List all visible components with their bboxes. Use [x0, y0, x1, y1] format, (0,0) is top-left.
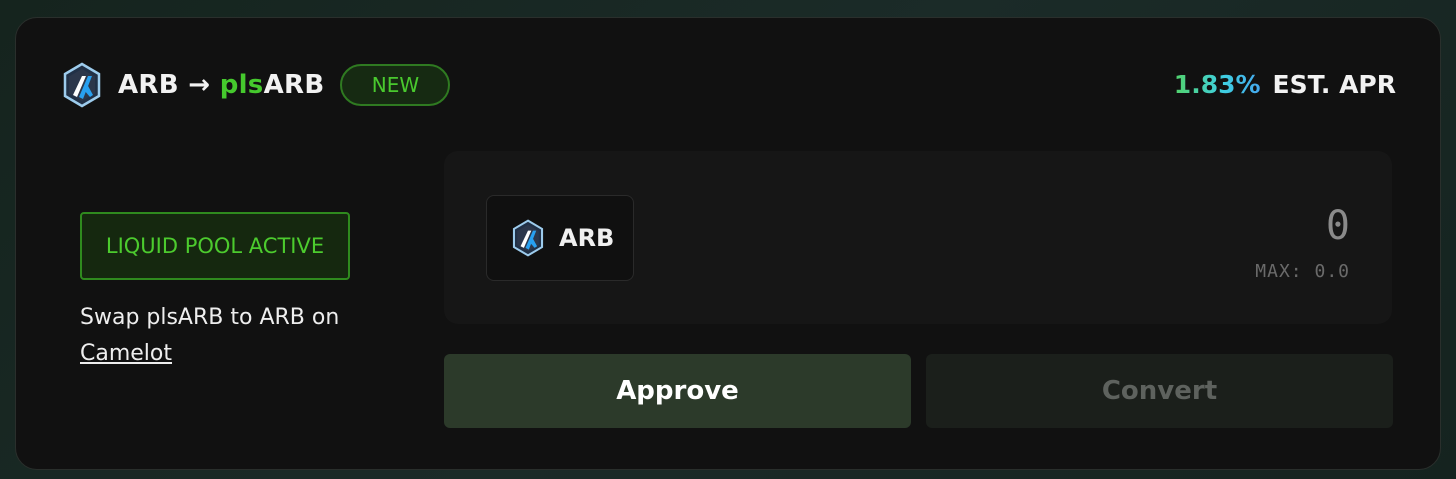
convert-button[interactable]: Convert [926, 354, 1393, 428]
to-token-prefix: pls [219, 70, 264, 100]
camelot-link[interactable]: Camelot [80, 341, 172, 366]
amount-input[interactable]: 0 [1326, 203, 1350, 249]
convert-card: ARB → plsARB NEW 1.83% EST. APR LIQUID PO… [15, 17, 1441, 470]
max-button[interactable]: MAX: 0.0 [1255, 261, 1350, 282]
liquid-pool-badge: LIQUID POOL ACTIVE [80, 212, 350, 280]
swap-text: Swap plsARB to ARB on [80, 305, 340, 330]
token-selector[interactable]: ARB [486, 195, 634, 281]
title-row: ARB → plsARB NEW [62, 62, 451, 108]
to-token-suffix: ARB [263, 70, 325, 100]
token-name: ARB [559, 224, 615, 252]
new-badge: NEW [340, 64, 451, 106]
arrow: → [188, 70, 211, 100]
from-token: ARB [118, 70, 179, 100]
apr-value: 1.83% [1173, 70, 1261, 99]
amount-input-panel: ARB 0 MAX: 0.0 [444, 151, 1392, 324]
apr-display: 1.83% EST. APR [1174, 70, 1396, 99]
approve-button[interactable]: Approve [444, 354, 911, 428]
arbitrum-logo-icon [512, 219, 544, 257]
apr-label: EST. APR [1272, 70, 1396, 99]
swap-info: Swap plsARB to ARB on Camelot [80, 300, 339, 372]
arbitrum-logo-icon [63, 62, 101, 108]
pair-title: ARB → plsARB [118, 70, 324, 100]
